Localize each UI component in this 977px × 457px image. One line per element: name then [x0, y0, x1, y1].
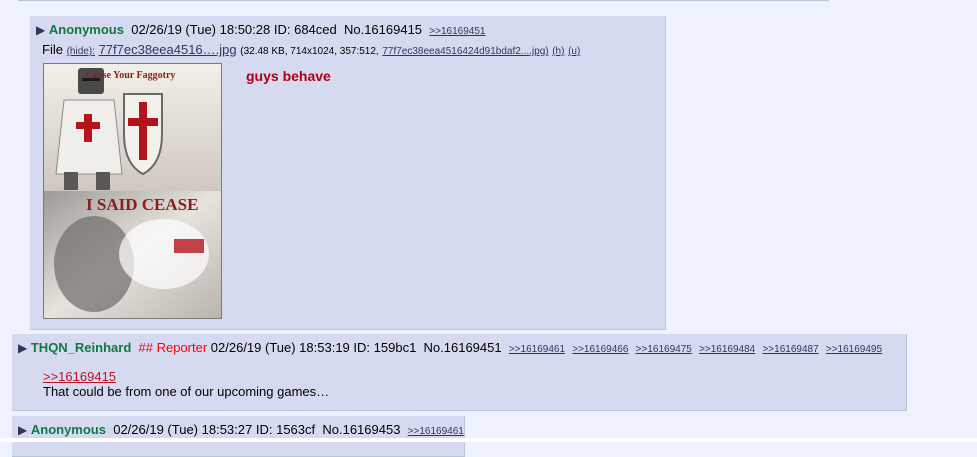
poster-name: THQN_Reinhard — [30, 340, 132, 355]
poster-name: Anonymous — [30, 422, 106, 437]
post-number[interactable]: No.16169453 — [322, 422, 400, 437]
post-menu-arrow-icon[interactable]: ▶ — [18, 423, 27, 437]
message-text: That could be from one of our upcoming g… — [43, 384, 330, 399]
backlink[interactable]: >>16169487 — [762, 344, 818, 355]
quote-link[interactable]: >>16169415 — [43, 369, 116, 384]
reply-post: ▶ Anonymous 02/26/19 (Tue) 18:53:27 ID: … — [12, 416, 465, 457]
file-meta: (32.48 KB, 714x1024, 357:512, — [240, 46, 379, 57]
post-datetime: 02/26/19 (Tue) 18:53:19 — [210, 340, 350, 355]
post-number[interactable]: No.16169451 — [424, 340, 502, 355]
post-info: ▶ THQN_Reinhard ## Reporter 02/26/19 (Tu… — [18, 340, 882, 355]
post-datetime: 02/26/19 (Tue) 18:53:27 — [113, 422, 253, 437]
file-label: File — [42, 42, 63, 57]
post-message: guys behave — [246, 68, 331, 84]
post-menu-arrow-icon[interactable]: ▶ — [18, 341, 27, 355]
reply-post: ▶ THQN_Reinhard ## Reporter 02/26/19 (Tu… — [12, 334, 907, 411]
poster-id[interactable]: ID: 159bc1 — [353, 340, 416, 355]
backlink[interactable]: >>16169451 — [429, 26, 485, 37]
knight-image: Cease Your Faggotry I SAID CEASE — [44, 64, 221, 318]
post-menu-arrow-icon[interactable]: ▶ — [36, 23, 45, 37]
backlink[interactable]: >>16169475 — [636, 344, 692, 355]
file-info: File (hide): 77f7ec38eea4516….jpg (32.48… — [42, 42, 580, 57]
post-info: ▶ Anonymous 02/26/19 (Tue) 18:53:27 ID: … — [18, 422, 464, 437]
backlink[interactable]: >>16169461 — [408, 426, 464, 437]
u-link[interactable]: (u) — [568, 46, 580, 57]
viewport-edge — [0, 438, 977, 442]
poster-id[interactable]: ID: 1563cf — [256, 422, 315, 437]
backlink[interactable]: >>16169466 — [572, 344, 628, 355]
post-number[interactable]: No.16169415 — [344, 22, 422, 37]
full-file-name-link[interactable]: 77f7ec38eea4516424d91bdaf2....jpg) — [382, 46, 548, 57]
backlink[interactable]: >>16169484 — [699, 344, 755, 355]
svg-text:Cease Your Faggotry: Cease Your Faggotry — [86, 70, 175, 81]
svg-text:I SAID CEASE: I SAID CEASE — [86, 195, 198, 214]
post-message: >>16169415 That could be from one of our… — [43, 369, 329, 399]
hide-file-link[interactable]: (hide): — [67, 46, 95, 57]
poster-id[interactable]: ID: 684ced — [274, 22, 337, 37]
backlink[interactable]: >>16169495 — [826, 344, 882, 355]
post-info: ▶ Anonymous 02/26/19 (Tue) 18:50:28 ID: … — [36, 22, 485, 37]
capcode: ## Reporter — [138, 340, 208, 355]
backlink[interactable]: >>16169461 — [509, 344, 565, 355]
file-name-link[interactable]: 77f7ec38eea4516….jpg — [99, 42, 237, 57]
h-link[interactable]: (h) — [552, 46, 564, 57]
poster-name: Anonymous — [48, 22, 124, 37]
post-datetime: 02/26/19 (Tue) 18:50:28 — [131, 22, 271, 37]
post-image-thumbnail[interactable]: Cease Your Faggotry I SAID CEASE — [43, 63, 222, 319]
reply-post: ▶ Anonymous 02/26/19 (Tue) 18:50:28 ID: … — [30, 16, 666, 330]
